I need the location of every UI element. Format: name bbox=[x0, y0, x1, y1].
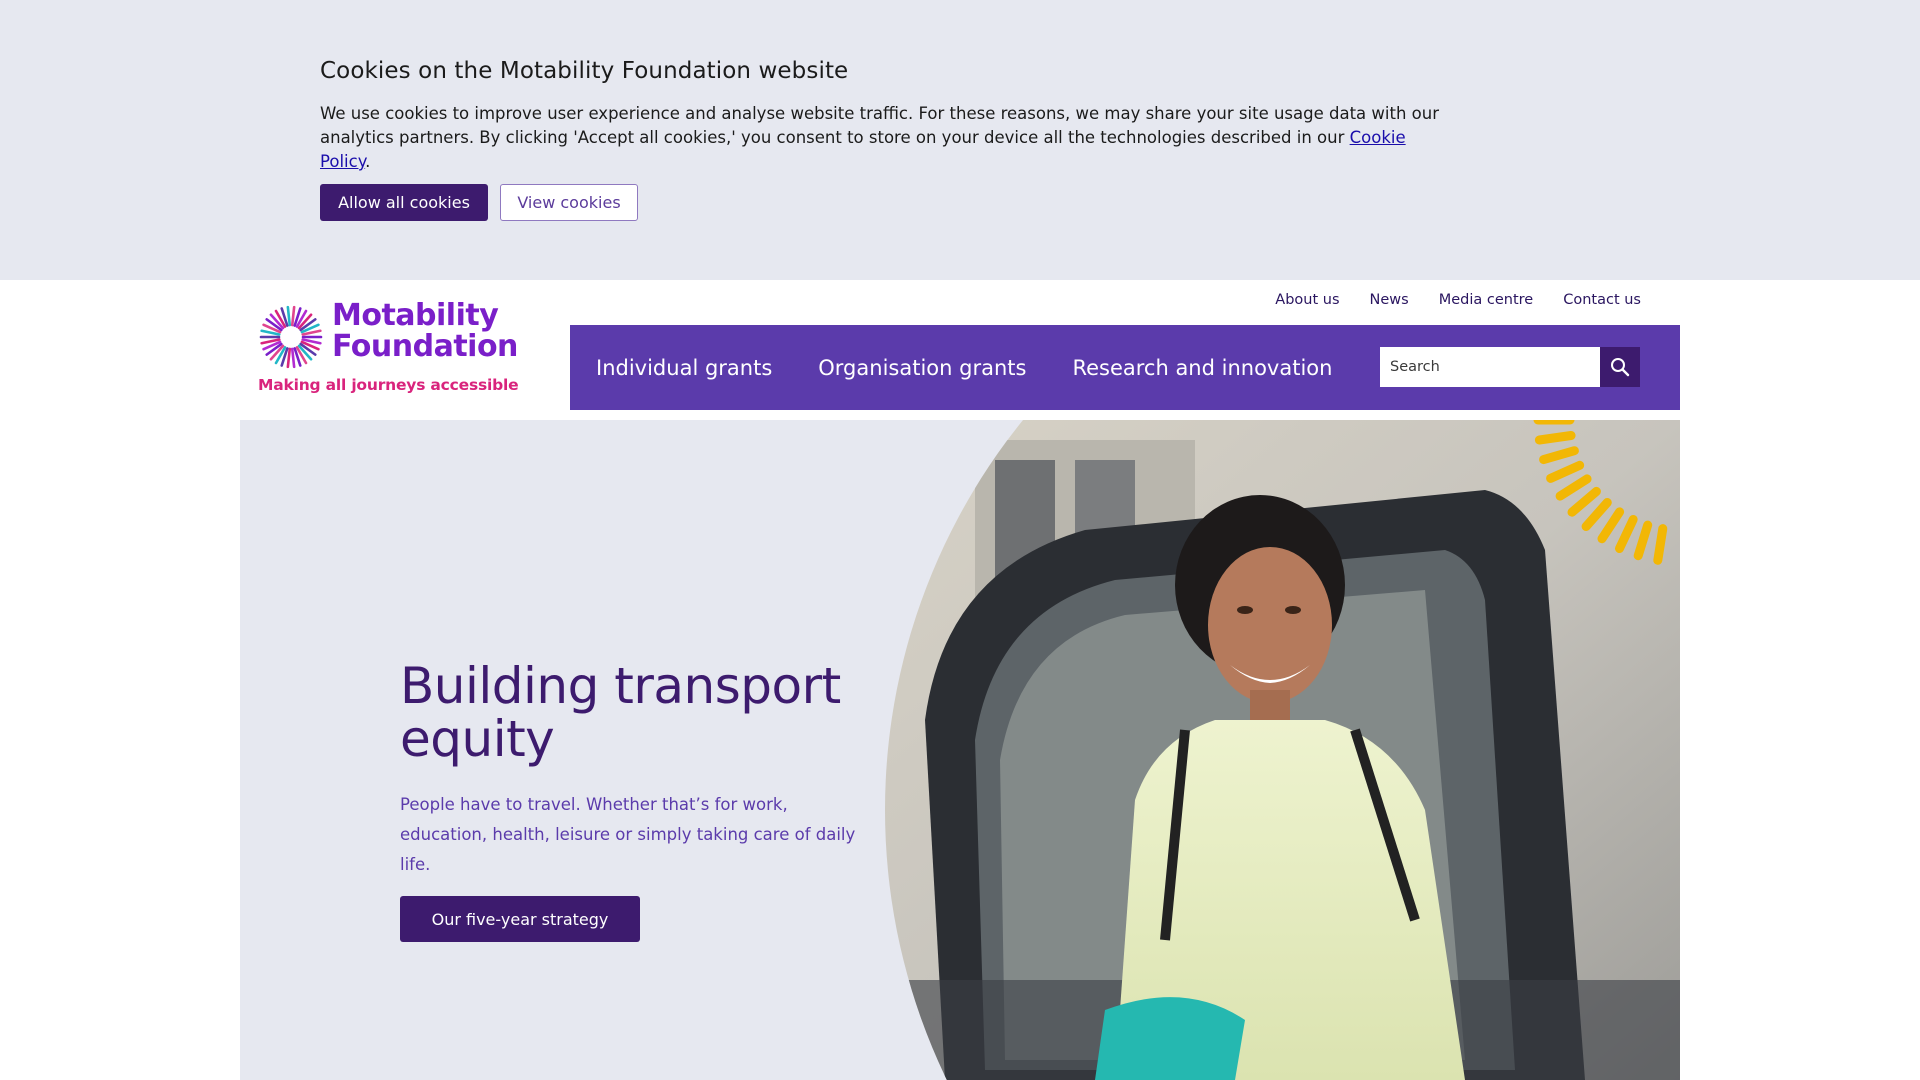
nav-item-research-and-innovation[interactable]: Research and innovation bbox=[1072, 356, 1332, 380]
hero-section: Building transport equity People have to… bbox=[240, 420, 1680, 1080]
cookie-banner-content: Cookies on the Motability Foundation web… bbox=[320, 58, 1460, 221]
search-icon bbox=[1611, 358, 1630, 377]
cookie-buttons: Allow all cookies View cookies bbox=[320, 184, 638, 221]
main-nav: Individual grants Organisation grants Re… bbox=[570, 325, 1680, 410]
logo-name-line2: Foundation bbox=[332, 329, 518, 364]
search-input[interactable] bbox=[1380, 347, 1600, 387]
cookie-banner-text: We use cookies to improve user experienc… bbox=[320, 102, 1450, 174]
cookie-banner: Cookies on the Motability Foundation web… bbox=[0, 0, 1920, 280]
hero-photo-content bbox=[885, 420, 1680, 1080]
view-cookies-button[interactable]: View cookies bbox=[500, 184, 638, 221]
utility-link-media-centre[interactable]: Media centre bbox=[1439, 292, 1534, 308]
hero-text: People have to travel. Whether that’s fo… bbox=[400, 795, 856, 874]
site-header: Motability Foundation Making all journey… bbox=[0, 280, 1920, 420]
hero-title: Building transport equity bbox=[400, 657, 841, 768]
cookie-text-end: . bbox=[365, 152, 371, 171]
utility-link-about-us[interactable]: About us bbox=[1275, 292, 1339, 308]
hero-content: Building transport equity People have to… bbox=[400, 660, 880, 942]
utility-link-news[interactable]: News bbox=[1370, 292, 1409, 308]
search-button[interactable] bbox=[1600, 347, 1640, 387]
main-nav-items: Individual grants Organisation grants Re… bbox=[596, 325, 1332, 410]
search-box bbox=[1380, 347, 1640, 387]
cookie-text-body: We use cookies to improve user experienc… bbox=[320, 104, 1439, 147]
nav-item-organisation-grants[interactable]: Organisation grants bbox=[818, 356, 1026, 380]
sunburst-logo-icon bbox=[259, 305, 323, 369]
cookie-banner-title: Cookies on the Motability Foundation web… bbox=[320, 58, 849, 84]
motability-foundation-logo[interactable]: Motability Foundation Making all journey… bbox=[258, 300, 519, 402]
logo-name-line1: Motability bbox=[332, 298, 499, 333]
utility-nav: About us News Media centre Contact us bbox=[1275, 292, 1641, 308]
hero-photo-woman-car bbox=[885, 420, 1680, 1080]
logo-wordmark: Motability Foundation bbox=[332, 300, 518, 362]
utility-link-contact-us[interactable]: Contact us bbox=[1563, 292, 1641, 308]
allow-all-cookies-button[interactable]: Allow all cookies bbox=[320, 184, 488, 221]
nav-item-individual-grants[interactable]: Individual grants bbox=[596, 356, 772, 380]
five-year-strategy-button[interactable]: Our five-year strategy bbox=[400, 896, 640, 942]
logo-tagline: Making all journeys accessible bbox=[258, 376, 519, 394]
